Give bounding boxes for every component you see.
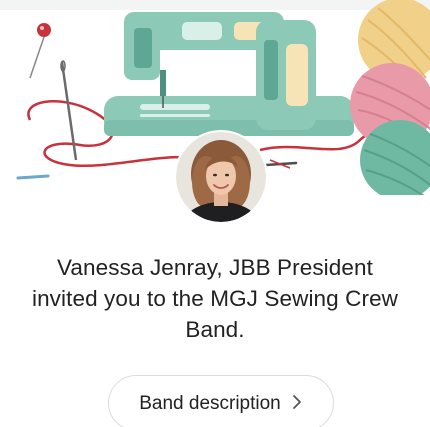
profile-photo [176,132,266,222]
band-invitation-screen: Vanessa Jenray, JBB President invited you… [0,0,430,427]
chevron-right-icon [291,393,303,411]
inviter-name: Vanessa Jenray, JBB President [57,255,373,280]
band-description-button[interactable]: Band description [108,375,334,427]
invitation-message: Vanessa Jenray, JBB President invited you… [30,252,400,345]
inviter-avatar [176,132,266,222]
invitation-band-text: invited you to the MGJ Sewing Crew Band. [31,286,399,342]
band-description-label: Band description [139,393,281,414]
